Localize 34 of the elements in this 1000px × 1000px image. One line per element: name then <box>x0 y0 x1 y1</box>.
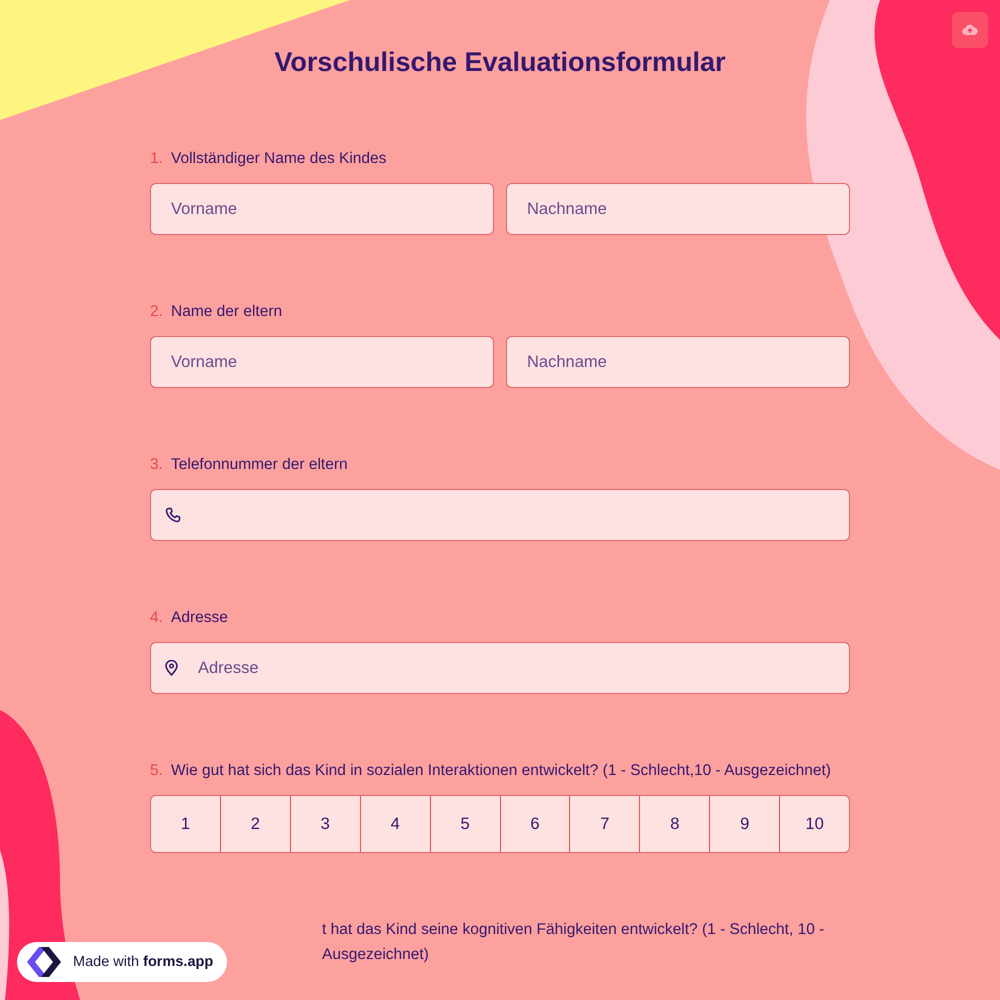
question-number: 3. <box>150 455 164 475</box>
question-number: 1. <box>150 149 164 169</box>
question-label: Adresse <box>171 608 228 628</box>
form-title: Vorschulische Evaluationsformular <box>273 46 727 79</box>
text-field[interactable]: Vorname <box>150 183 494 235</box>
rating-option[interactable]: 1 <box>151 796 220 852</box>
question-number: 4. <box>150 608 164 628</box>
rating-option[interactable]: 3 <box>290 796 360 852</box>
badge-text: Made with forms.app <box>73 954 214 970</box>
question-label: Vollständiger Name des Kindes <box>171 149 386 169</box>
location-pin-icon <box>165 660 178 676</box>
rating-option[interactable]: 8 <box>639 796 710 852</box>
text-field[interactable]: Vorname <box>150 336 494 388</box>
upload-button[interactable] <box>952 12 988 48</box>
question-label: Wie gut hat sich das Kind in sozialen Interaktionen entwickelt? (1 - Schlecht,10 - Ausgezeichnet) <box>171 761 831 781</box>
cloud-upload-icon <box>962 24 978 36</box>
rating-option[interactable]: 5 <box>430 796 500 852</box>
rating-option[interactable]: 4 <box>360 796 430 852</box>
rating-option[interactable]: 10 <box>779 796 849 852</box>
phone-field[interactable] <box>150 489 850 541</box>
question-number: 2. <box>150 302 164 322</box>
rating-option[interactable]: 9 <box>709 796 780 852</box>
address-field[interactable]: Adresse <box>150 642 850 694</box>
text-field[interactable]: Nachname <box>506 336 850 388</box>
question-label: Telefonnummer der eltern <box>171 455 348 475</box>
phone-icon <box>165 507 181 523</box>
made-with-badge[interactable]: Made with forms.app <box>17 942 228 982</box>
question-number: 5. <box>150 761 164 781</box>
text-field[interactable]: Nachname <box>506 183 850 235</box>
rating-option[interactable]: 6 <box>500 796 570 852</box>
question-label: Name der eltern <box>171 302 282 322</box>
question-label: t hat das Kind seine kognitiven Fähigkeiten entwickelt? (1 - Schlecht, 10 - Ausgezeichnet) <box>322 920 826 965</box>
rating-option[interactable]: 2 <box>220 796 290 852</box>
rating-option[interactable]: 7 <box>569 796 640 852</box>
